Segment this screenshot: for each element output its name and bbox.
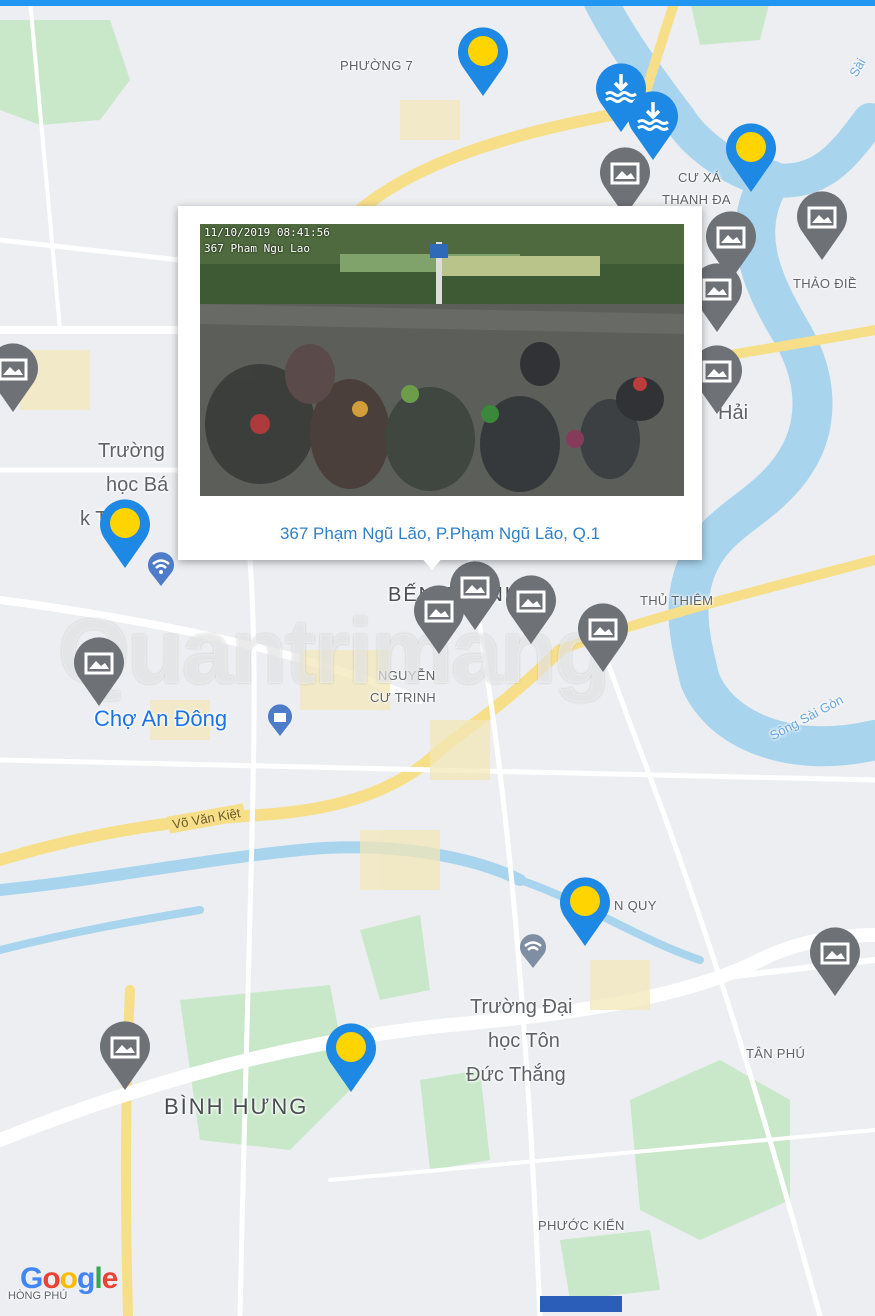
camera-pin-icon[interactable] xyxy=(70,636,128,708)
google-letter: l xyxy=(94,1262,102,1295)
label-tanphu: TÂN PHÚ xyxy=(746,1046,806,1061)
popup-tail xyxy=(420,556,444,570)
label-tdt2: học Tôn xyxy=(488,1030,560,1052)
label-tdt1: Trường Đại xyxy=(470,996,573,1018)
sun-pin-icon[interactable] xyxy=(322,1022,380,1094)
camera-pin-icon[interactable] xyxy=(806,926,864,998)
camera-pin-icon[interactable] xyxy=(502,574,560,646)
camera-pin-icon[interactable] xyxy=(96,1020,154,1092)
camera-snapshot[interactable] xyxy=(200,224,684,496)
sun-pin-icon[interactable] xyxy=(96,498,154,570)
google-letter: o xyxy=(42,1262,60,1295)
camera-popup[interactable]: 11/10/2019 08:41:56 367 Pham Ngu Lao 367… xyxy=(178,206,702,560)
label-thaodien: THẢO ĐIỀ xyxy=(793,276,857,291)
label-choandong: Chợ An Đông xyxy=(94,706,228,731)
label-binhhung: BÌNH HƯNG xyxy=(164,1094,309,1119)
camera-address[interactable]: 367 Phạm Ngũ Lão, P.Phạm Ngũ Lão, Q.1 xyxy=(178,524,702,544)
sun-pin-icon[interactable] xyxy=(454,26,512,98)
label-thanhda: THANH ĐA xyxy=(662,192,731,207)
camera-id: 367 Pham Ngu Lao xyxy=(204,242,310,255)
shop-poi-icon[interactable] xyxy=(266,704,294,736)
google-letter: G xyxy=(20,1262,43,1295)
bottom-tab-button[interactable] xyxy=(540,1296,622,1312)
camera-timestamp: 11/10/2019 08:41:56 xyxy=(204,226,330,239)
google-logo: Google xyxy=(20,1262,119,1296)
camera-pin-icon[interactable] xyxy=(574,602,632,674)
label-phuong7: PHƯỜNG 7 xyxy=(340,58,414,73)
label-tdt3: Đức Thắng xyxy=(466,1064,566,1086)
camera-pin-icon[interactable] xyxy=(793,190,851,262)
google-letter: e xyxy=(101,1262,119,1295)
google-letter: g xyxy=(77,1262,95,1295)
label-phuockien: PHƯỚC KIỂN xyxy=(538,1218,625,1233)
label-truong1: Trường xyxy=(98,440,165,462)
camera-pin-icon[interactable] xyxy=(0,342,42,414)
sun-pin-icon[interactable] xyxy=(556,876,614,948)
top-accent-bar xyxy=(0,0,875,6)
label-thuthiem: THỦ THIÊM xyxy=(640,593,714,608)
water-level-pin-icon[interactable] xyxy=(624,90,682,162)
camera-pin-icon[interactable] xyxy=(410,584,468,656)
label-hoc1: học Bá xyxy=(106,474,169,496)
label-tanquy: N QUY xyxy=(614,898,657,913)
label-cuxa: CƯ XÁ xyxy=(678,170,721,185)
school-poi-icon[interactable] xyxy=(518,934,548,968)
google-letter: o xyxy=(59,1262,78,1295)
sun-pin-icon[interactable] xyxy=(722,122,780,194)
